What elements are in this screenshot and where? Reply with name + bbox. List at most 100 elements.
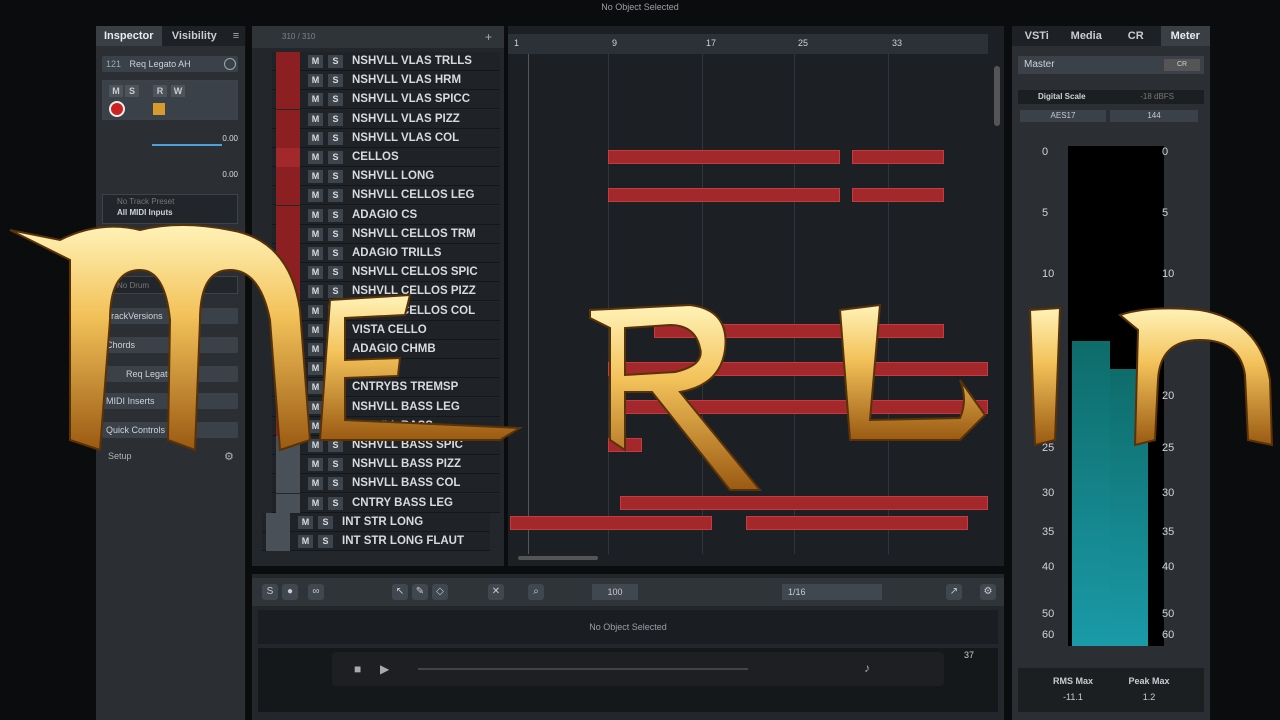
track-row[interactable]: M S NSHVLL BASS SPIC (272, 436, 500, 455)
link-icon[interactable]: ∞ (308, 584, 324, 600)
solo-button[interactable]: S (328, 74, 343, 88)
solo-button[interactable]: S (328, 93, 343, 107)
solo-button[interactable]: S (328, 477, 343, 491)
zoom-icon[interactable]: ⌕ (528, 584, 544, 600)
tab-inspector[interactable]: Inspector (96, 26, 162, 46)
midi-part[interactable] (852, 188, 944, 202)
solo-button[interactable]: S (328, 496, 343, 510)
track-row[interactable]: M S BASSES (272, 359, 500, 379)
read-button[interactable]: R (153, 85, 167, 97)
mute-button[interactable]: M (308, 112, 323, 126)
solo-button[interactable]: S (328, 419, 343, 433)
pointer-icon[interactable]: ↖ (392, 584, 408, 600)
record-icon[interactable]: ● (282, 584, 298, 600)
track-preset[interactable]: No Track Preset (103, 195, 237, 206)
solo-button[interactable]: S (328, 247, 343, 260)
midi-part[interactable] (746, 516, 968, 530)
mute-button[interactable]: M (298, 515, 313, 529)
midi-part[interactable] (620, 400, 988, 414)
instrument-selector[interactable]: 121 Req Legato AH (102, 56, 238, 72)
solo-button[interactable]: S (328, 227, 343, 241)
mute-button[interactable]: M (308, 170, 323, 184)
track-row[interactable]: M S INT STR LONG FLAUT (262, 532, 490, 551)
mute-button[interactable]: M (308, 439, 323, 452)
solo-button[interactable]: S (328, 189, 343, 203)
pencil-icon[interactable]: ✎ (412, 584, 428, 600)
mute-button[interactable]: M (308, 285, 323, 299)
track-row[interactable]: M S NSHVLL VLAS COL (272, 128, 500, 148)
section-instrument[interactable]: Req Legato (102, 366, 238, 382)
mute-button[interactable]: M (308, 381, 323, 395)
solo-button[interactable]: S (328, 55, 343, 68)
track-row[interactable]: M S NSHVLL VLAS TRLLS (272, 52, 500, 71)
section-midi-inserts[interactable]: MIDI Inserts (102, 393, 238, 409)
mute-button[interactable]: M (308, 304, 323, 318)
volume-fader[interactable] (152, 144, 222, 146)
track-row[interactable]: M S CNTRY BASS LEG (272, 493, 500, 513)
track-row[interactable]: M S ADAGIO TRILLS (272, 244, 500, 263)
track-row[interactable]: M S NSHVLL CELLOS LEG (272, 186, 500, 206)
solo-button[interactable]: S (328, 112, 343, 126)
track-row[interactable]: M S NSHVLL BASS COL (272, 474, 500, 494)
section-chords[interactable]: Chords (102, 337, 238, 353)
velocity-field[interactable]: 100 (592, 584, 638, 600)
tab-cr[interactable]: CR (1111, 26, 1161, 46)
midi-part[interactable] (852, 150, 944, 164)
mute-button[interactable]: M (308, 458, 323, 472)
standard-value[interactable]: 144 (1110, 110, 1198, 122)
monitor-icon[interactable] (153, 103, 165, 115)
mute-button[interactable]: M (308, 323, 323, 337)
output-selector[interactable]: Master CR (1018, 56, 1204, 74)
solo-button[interactable]: S (328, 131, 343, 145)
solo-button[interactable]: S (328, 381, 343, 395)
mute-button[interactable]: M (308, 400, 323, 414)
standard-button[interactable]: AES17 (1020, 110, 1106, 122)
tab-media[interactable]: Media (1062, 26, 1112, 46)
mute-button[interactable]: M (308, 131, 323, 145)
menu-icon[interactable]: ≡ (227, 26, 245, 46)
setup-label[interactable]: Setup (108, 451, 132, 461)
midi-part[interactable] (654, 324, 944, 338)
solo-button[interactable]: S (318, 515, 333, 529)
track-row[interactable]: M S ADAGIO CHMB (272, 340, 500, 359)
solo-button[interactable]: S (328, 170, 343, 184)
midi-input[interactable]: All MIDI Inputs (103, 206, 237, 217)
mute-button[interactable]: M (308, 343, 323, 356)
play-icon[interactable]: ▶ (380, 662, 389, 676)
edit-instrument-icon[interactable] (224, 58, 236, 70)
track-row[interactable]: M S NSHVLL CELLOS TRM (272, 224, 500, 244)
track-row[interactable]: M S VISTA CELLO (272, 320, 500, 340)
progress-track[interactable] (418, 668, 748, 670)
mute-tool-icon[interactable]: ✕ (488, 584, 504, 600)
solo-button[interactable]: S (328, 151, 343, 164)
solo-button[interactable]: S (328, 458, 343, 472)
expand-icon[interactable]: ↗ (946, 584, 962, 600)
solo-button[interactable]: S (318, 535, 333, 548)
track-row[interactable]: M S NSHVLL BASS (272, 416, 500, 436)
solo-button[interactable]: S (328, 362, 343, 376)
mute-button[interactable]: M (308, 362, 323, 376)
midi-part[interactable] (608, 362, 988, 376)
mute-button[interactable]: M (298, 535, 313, 548)
solo-button[interactable]: S (328, 400, 343, 414)
track-row[interactable]: M S NSHVLL VLAS PIZZ (272, 109, 500, 129)
eraser-icon[interactable]: ◇ (432, 584, 448, 600)
ruler[interactable]: 1 9 17 25 33 (508, 34, 988, 54)
solo-button[interactable]: S (328, 285, 343, 299)
gear-icon[interactable]: ⚙ (224, 450, 234, 463)
vertical-scrollbar[interactable] (994, 66, 1000, 126)
mute-button[interactable]: M (308, 496, 323, 510)
mute-button[interactable]: M (308, 419, 323, 433)
mute-button[interactable]: M (308, 477, 323, 491)
track-row[interactable]: M S NSHVLL BASS PIZZ (272, 455, 500, 475)
track-row[interactable]: M S NSHVLL CELLOS COL (272, 301, 500, 321)
midi-part[interactable] (620, 496, 988, 510)
write-button[interactable]: W (171, 85, 185, 97)
tab-meter[interactable]: Meter (1160, 26, 1210, 46)
speaker-icon[interactable]: ♪ (864, 661, 870, 675)
mute-button[interactable]: M (308, 247, 323, 260)
midi-part[interactable] (608, 188, 840, 202)
mute-button[interactable]: M (308, 227, 323, 241)
midi-part[interactable] (608, 438, 642, 452)
add-track-icon[interactable]: + (485, 26, 492, 48)
